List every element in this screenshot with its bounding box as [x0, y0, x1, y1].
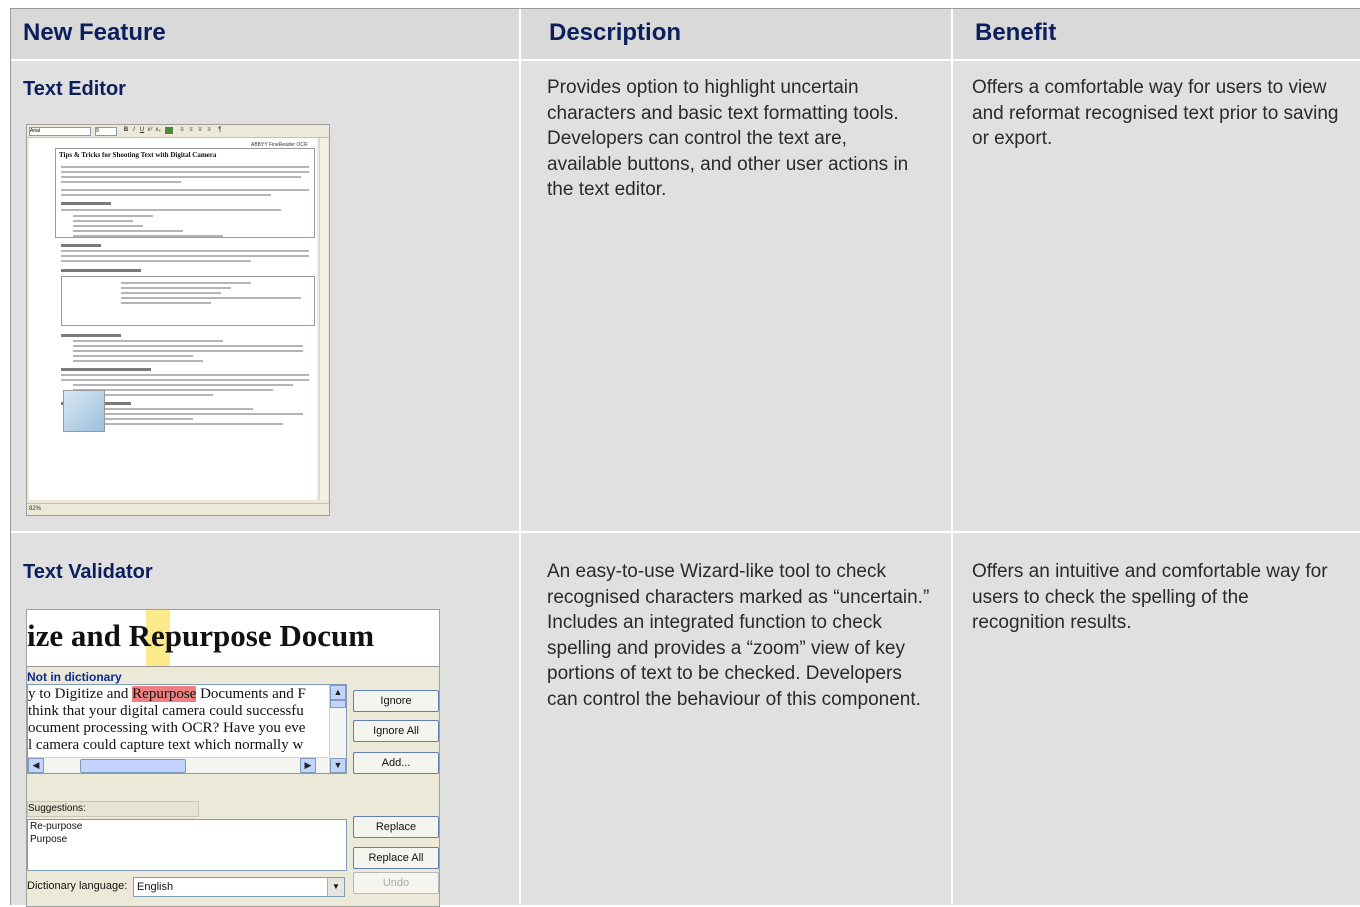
context-vertical-scrollbar[interactable]: ▲ ▼: [329, 685, 346, 773]
ignore-all-button[interactable]: Ignore All: [353, 720, 439, 742]
benefit-text-validator: Offers an intuitive and comfortable way …: [972, 561, 1328, 633]
zoom-text: ize and Repurpose Docum: [27, 618, 375, 653]
scroll-right-icon[interactable]: ▶: [300, 758, 316, 773]
subscript-icon: x₂: [155, 127, 161, 133]
dictionary-language-label: Dictionary language:: [27, 880, 128, 892]
scroll-left-icon[interactable]: ◀: [28, 758, 44, 773]
description-text-validator: An easy-to-use Wizard-like tool to check…: [547, 561, 930, 710]
chevron-down-icon[interactable]: ▼: [327, 878, 344, 896]
font-name-select: Arial: [29, 127, 91, 136]
benefit-text-editor: Offers a comfortable way for users to vi…: [972, 77, 1339, 149]
superscript-icon: x²: [147, 127, 153, 133]
editor-status-bar: 82%: [27, 503, 329, 515]
justify-icon: ≡: [207, 127, 211, 133]
column-divider: [951, 9, 953, 905]
context-line: y to Digitize and Repurpose Documents an…: [28, 686, 306, 702]
highlight-icon: [165, 127, 173, 134]
header-benefit: Benefit: [975, 19, 1057, 46]
header-description: Description: [549, 19, 682, 46]
underline-icon: U: [139, 127, 145, 133]
row-divider: [11, 531, 1360, 533]
replace-button[interactable]: Replace: [353, 816, 439, 838]
align-left-icon: ≡: [180, 127, 184, 133]
suggestion-item[interactable]: Re-purpose: [30, 821, 82, 832]
add-button[interactable]: Add...: [353, 752, 439, 774]
context-line: think that your digital camera could suc…: [28, 703, 304, 719]
text-editor-screenshot: Arial 9 B I U x² x₂ ≡ ≡ ≡ ≡ ¶ ABBYY Fine…: [26, 124, 330, 516]
font-size-select: 9: [95, 127, 117, 136]
editor-zoom: 82%: [29, 506, 42, 512]
undo-button[interactable]: Undo: [353, 872, 439, 894]
editor-toolbar: Arial 9 B I U x² x₂ ≡ ≡ ≡ ≡ ¶: [27, 125, 329, 138]
column-divider: [519, 9, 521, 905]
suggestion-item[interactable]: Purpose: [30, 834, 67, 845]
suggestions-list[interactable]: Re-purpose Purpose: [27, 819, 347, 871]
suggestions-label: Suggestions:: [27, 801, 199, 817]
context-line: l camera could capture text which normal…: [28, 737, 304, 753]
editor-doc-title: Tips & Tricks for Shooting Text with Dig…: [59, 151, 217, 159]
scroll-down-icon[interactable]: ▼: [330, 758, 346, 773]
editor-page: ABBYY FineReader OCR Tips & Tricks for S…: [29, 138, 317, 500]
ignore-button[interactable]: Ignore: [353, 690, 439, 712]
unknown-word: Repurpose: [132, 686, 197, 702]
feature-text-editor: Text Editor: [23, 78, 126, 100]
replace-all-button[interactable]: Replace All: [353, 847, 439, 869]
not-in-dictionary-label: Not in dictionary: [27, 670, 122, 684]
text-validator-screenshot: ize and Repurpose Docum Not in dictionar…: [26, 609, 440, 907]
header-new-feature: New Feature: [23, 19, 166, 46]
description-text-editor: Provides option to highlight uncertain c…: [547, 77, 909, 200]
paragraph-icon: ¶: [218, 127, 222, 133]
context-text-box[interactable]: y to Digitize and Repurpose Documents an…: [27, 684, 347, 774]
context-line: ocument processing with OCR? Have you ev…: [28, 720, 306, 736]
dictionary-language-value: English: [137, 881, 174, 893]
table-header: New Feature Description Benefit: [11, 9, 1360, 61]
feature-table: New Feature Description Benefit Text Edi…: [10, 8, 1360, 907]
editor-camera-image: [63, 390, 105, 432]
bold-icon: B: [123, 127, 129, 133]
align-right-icon: ≡: [198, 127, 202, 133]
italic-icon: I: [133, 127, 135, 133]
zoom-view: ize and Repurpose Docum: [27, 610, 439, 667]
scroll-up-icon[interactable]: ▲: [330, 685, 346, 700]
dictionary-language-select[interactable]: English ▼: [133, 877, 345, 897]
horizontal-scroll-thumb[interactable]: [80, 759, 186, 773]
feature-text-validator: Text Validator: [23, 561, 153, 583]
context-horizontal-scrollbar[interactable]: ◀ ▶: [28, 757, 328, 773]
align-center-icon: ≡: [189, 127, 193, 133]
editor-vertical-scrollbar[interactable]: [319, 138, 328, 500]
scroll-thumb[interactable]: [330, 700, 346, 708]
